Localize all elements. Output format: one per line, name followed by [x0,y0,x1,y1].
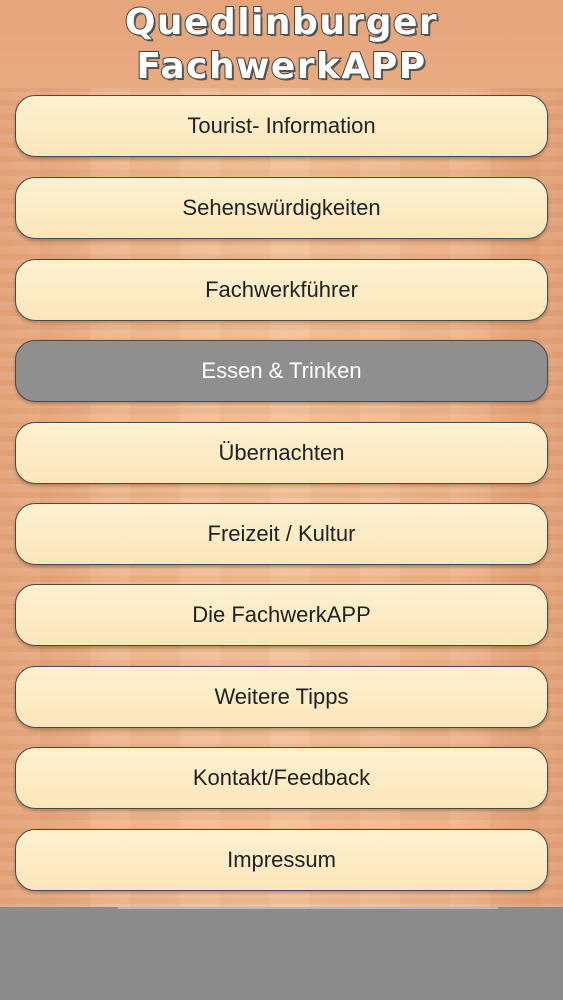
menu-button-fachwerkfuehrer[interactable]: Fachwerkführer [15,259,548,321]
menu-button-freizeit-kultur[interactable]: Freizeit / Kultur [15,503,548,565]
app-title-line1: Quedlinburger [124,2,439,44]
menu-button-uebernachten[interactable]: Übernachten [15,422,548,484]
app-title-line2: FachwerkAPP [135,46,427,88]
bottom-bar [0,907,563,1000]
menu-button-die-fachwerkapp[interactable]: Die FachwerkAPP [15,584,548,646]
bottom-bar-divider [118,907,498,909]
menu-button-impressum[interactable]: Impressum [15,829,548,891]
app-header: Quedlinburger FachwerkAPP [0,0,563,88]
menu-button-weitere-tipps[interactable]: Weitere Tipps [15,666,548,728]
menu-button-tourist-information[interactable]: Tourist- Information [15,95,548,157]
menu-button-kontakt-feedback[interactable]: Kontakt/Feedback [15,747,548,809]
menu-button-essen-trinken[interactable]: Essen & Trinken [15,340,548,402]
menu-button-sehenswuerdigkeiten[interactable]: Sehenswürdigkeiten [15,177,548,239]
